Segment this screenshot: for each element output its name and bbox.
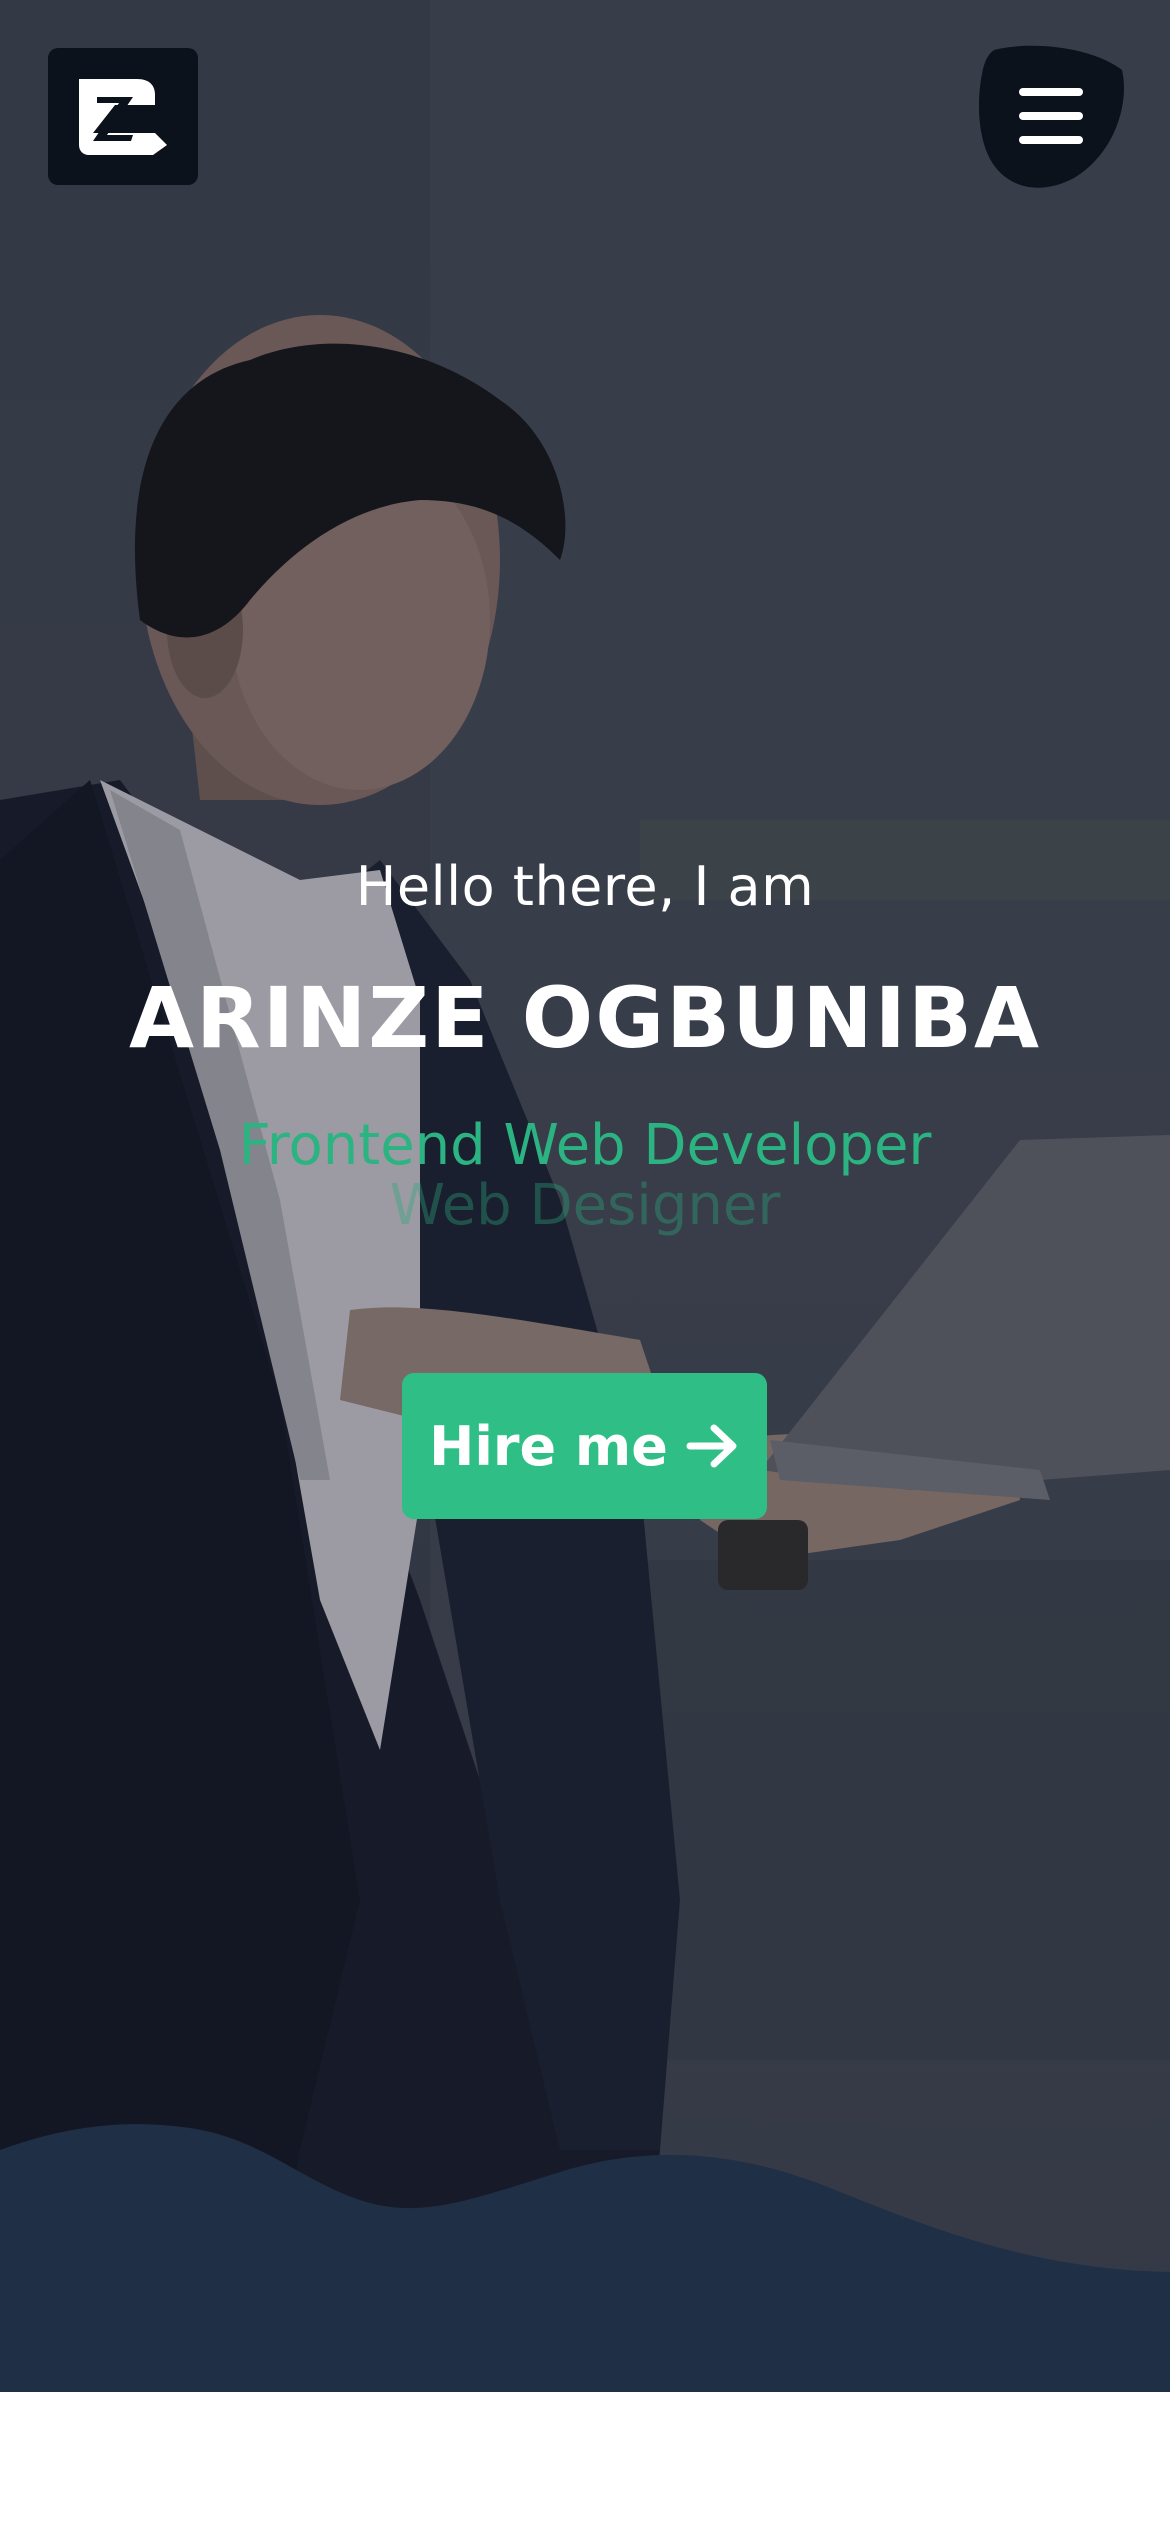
z-logo-icon — [79, 78, 167, 155]
arrow-right-icon — [686, 1424, 737, 1468]
hire-me-button[interactable]: Hire me — [402, 1373, 767, 1519]
hamburger-menu-icon[interactable] — [1019, 88, 1083, 144]
role-typewriter: Frontend Web Developer Web Designer — [0, 1118, 1170, 1248]
hero-section: Hello there, I am ARINZE OGBUNIBA Fronte… — [0, 0, 1170, 2392]
page: Hello there, I am ARINZE OGBUNIBA Fronte… — [0, 0, 1170, 2532]
hire-me-label: Hire me — [429, 1414, 668, 1478]
next-section — [0, 2392, 1170, 2532]
hero-name: ARINZE OGBUNIBA — [129, 969, 1041, 1067]
role-current: Frontend Web Developer — [238, 1113, 932, 1178]
greeting-text: Hello there, I am — [355, 855, 815, 918]
hero-intro: Hello there, I am ARINZE OGBUNIBA Fronte… — [0, 860, 1170, 1248]
role-next: Web Designer — [389, 1173, 781, 1238]
hero-bottom-wave — [0, 2124, 1170, 2392]
site-logo[interactable] — [48, 48, 198, 185]
